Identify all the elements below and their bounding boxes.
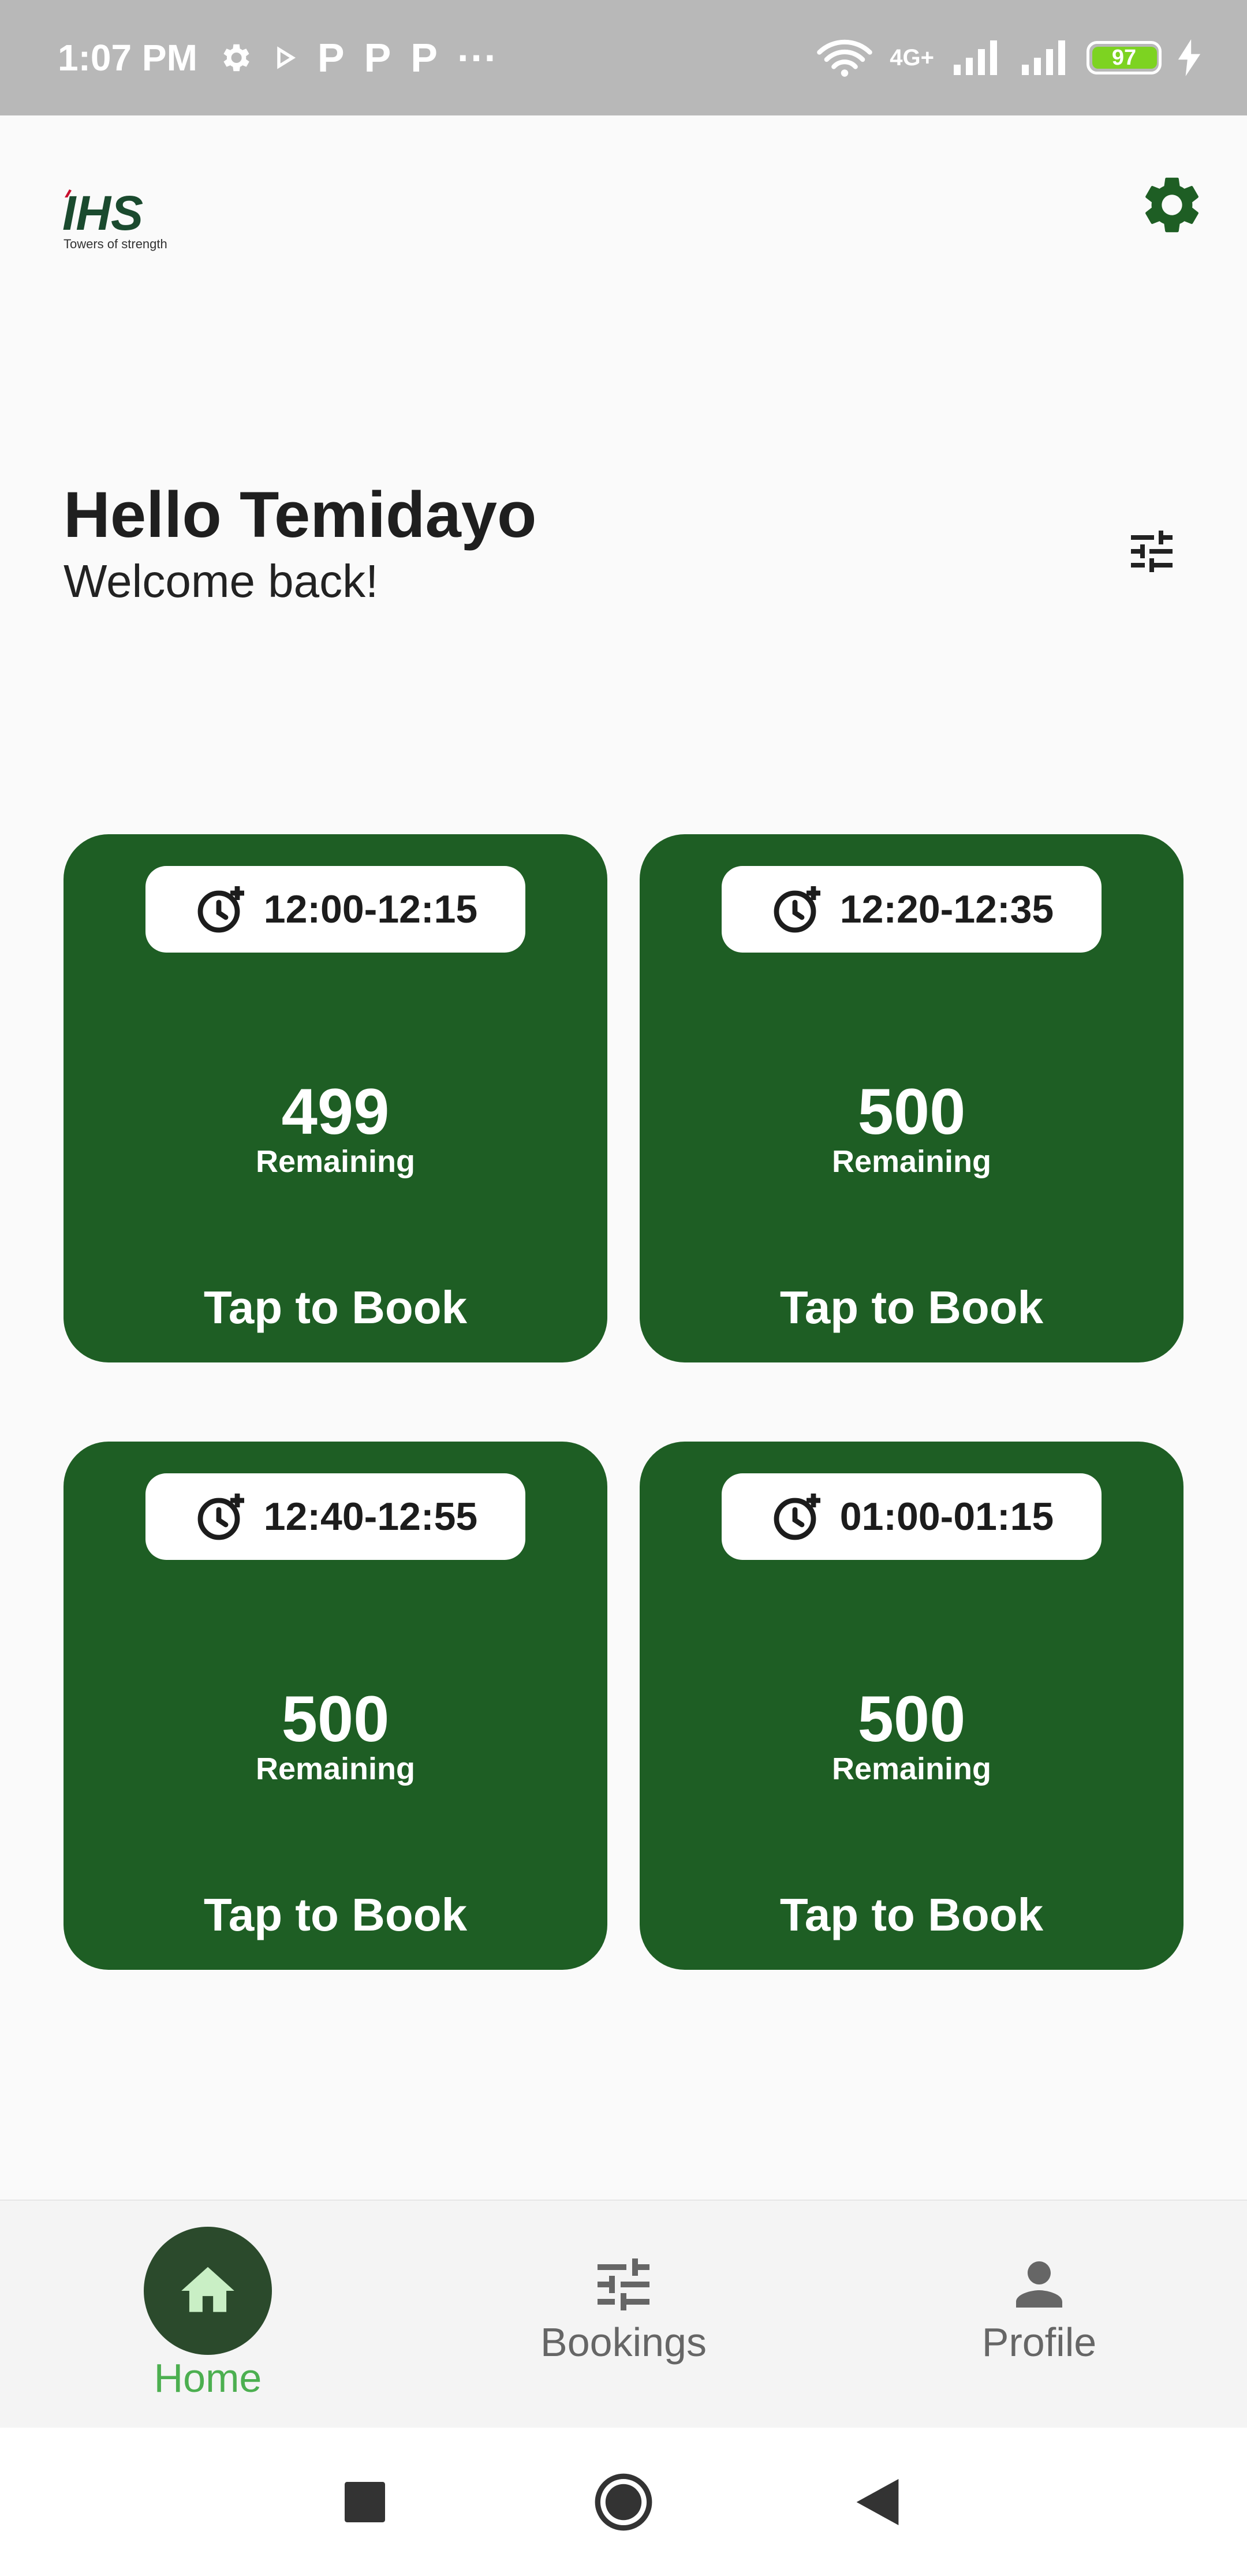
back-button[interactable] (820, 2428, 935, 2576)
p-icon: P (410, 35, 438, 80)
recents-button[interactable] (307, 2428, 423, 2576)
tap-to-book-label: Tap to Book (203, 1282, 468, 1333)
slot-time: 12:40-12:55 (263, 1495, 478, 1539)
p-icon: P (317, 35, 345, 80)
person-icon (1016, 2261, 1062, 2308)
nav-home-highlight (144, 2227, 272, 2355)
sliders-icon (598, 2258, 649, 2310)
bottom-nav: Home Bookings Profile (0, 2200, 1247, 2428)
home-system-button[interactable] (566, 2428, 681, 2576)
slot-time-pill: 01:00-01:15 (722, 1473, 1102, 1560)
slot-time: 12:20-12:35 (839, 887, 1054, 931)
p-icon: P (364, 35, 391, 80)
slot-card[interactable]: 01:00-01:15 500 Remaining Tap to Book (640, 1442, 1183, 1970)
back-triangle-icon (856, 2478, 899, 2525)
settings-button[interactable] (1134, 167, 1209, 242)
slot-card[interactable]: 12:40-12:55 500 Remaining Tap to Book (64, 1442, 607, 1970)
system-nav-bar (0, 2428, 1247, 2576)
circle-icon (595, 2473, 652, 2530)
slot-remaining-count: 500 (857, 1683, 966, 1755)
slot-remaining-label: Remaining (255, 1144, 416, 1179)
slot-remaining-count: 499 (281, 1076, 390, 1148)
greeting: Hello Temidayo Welcome back! (64, 479, 536, 607)
slot-remaining-label: Remaining (831, 1144, 992, 1179)
greeting-title: Hello Temidayo (64, 479, 537, 551)
svg-text:IHS: IHS (62, 186, 143, 240)
clock-plus-icon (197, 1494, 244, 1540)
tap-to-book-label: Tap to Book (779, 1889, 1044, 1940)
nav-item-home[interactable]: Home (35, 2201, 381, 2429)
charging-icon (1178, 39, 1201, 76)
slot-remaining-label: Remaining (255, 1752, 416, 1786)
more-icon: ··· (457, 35, 498, 80)
filter-button[interactable] (1114, 514, 1189, 589)
slot-card[interactable]: 12:20-12:35 500 Remaining Tap to Book (640, 834, 1183, 1362)
gear-icon (223, 44, 249, 72)
slot-time: 01:00-01:15 (839, 1495, 1054, 1539)
clock-plus-icon (774, 886, 820, 933)
status-bar: 1:07 PM P P P ··· 4G+ 97 (0, 0, 1247, 115)
network-label: 4G+ (890, 44, 934, 70)
clock-plus-icon (197, 886, 244, 933)
status-bar-right: 4G+ 97 (816, 0, 1201, 115)
square-icon (345, 2481, 385, 2522)
gear-icon (1145, 177, 1199, 233)
nav-label-home: Home (154, 2355, 262, 2400)
slot-time-pill: 12:40-12:55 (145, 1473, 525, 1560)
nav-item-profile[interactable]: Profile (866, 2201, 1212, 2429)
greeting-subtitle: Welcome back! (64, 555, 379, 607)
slot-remaining-label: Remaining (831, 1752, 992, 1786)
slot-time-pill: 12:20-12:35 (722, 866, 1102, 953)
tap-to-book-label: Tap to Book (203, 1889, 468, 1940)
slot-remaining-count: 500 (857, 1076, 966, 1148)
slot-time-pill: 12:00-12:15 (145, 866, 525, 953)
tap-to-book-label: Tap to Book (779, 1282, 1044, 1333)
signal-icon (954, 40, 997, 75)
battery-level: 97 (1111, 45, 1137, 70)
svg-text:Towers of strength: Towers of strength (64, 237, 167, 251)
slot-remaining-count: 500 (281, 1683, 390, 1755)
slot-card[interactable]: 12:00-12:15 499 Remaining Tap to Book (64, 834, 607, 1362)
sliders-icon (1131, 531, 1173, 572)
slot-time: 12:00-12:15 (263, 887, 478, 931)
status-bar-left: 1:07 PM P P P ··· (58, 0, 498, 115)
nav-item-bookings[interactable]: Bookings (450, 2201, 797, 2429)
battery-icon: 97 (1087, 41, 1162, 74)
clock-plus-icon (774, 1494, 820, 1540)
ihs-logo: IHS Towers of strength (62, 185, 189, 254)
clock: 1:07 PM (58, 37, 197, 79)
play-icon (277, 46, 296, 69)
wifi-icon (817, 39, 873, 77)
signal-icon (1022, 40, 1065, 75)
nav-label-bookings: Bookings (540, 2320, 707, 2365)
home-icon (181, 2267, 234, 2312)
nav-label-profile: Profile (981, 2320, 1097, 2365)
